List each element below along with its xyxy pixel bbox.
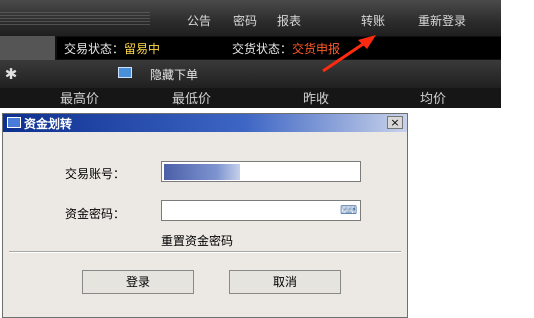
- hide-order-button[interactable]: 隐藏下单: [118, 64, 228, 84]
- annotation-arrow: [322, 35, 376, 73]
- menu-transfer[interactable]: 转账: [361, 12, 385, 29]
- hide-order-label: 隐藏下单: [150, 68, 199, 82]
- status-bar-left-panel: [0, 36, 55, 60]
- login-button[interactable]: 登录: [82, 270, 194, 294]
- divider: [9, 251, 401, 253]
- column-avg[interactable]: 均价: [420, 88, 446, 107]
- delivery-status-label: 交货状态：: [232, 42, 293, 56]
- dialog-title: 资金划转: [24, 117, 73, 131]
- menu-password[interactable]: 密码: [233, 12, 257, 29]
- settings-gear-icon[interactable]: ✱: [2, 65, 20, 83]
- reset-password-link[interactable]: 重置资金密码: [161, 232, 233, 249]
- account-label: 交易账号：: [65, 167, 126, 181]
- password-label: 资金密码：: [65, 207, 126, 221]
- password-field[interactable]: ⌨: [161, 200, 361, 221]
- column-high[interactable]: 最高价: [60, 88, 99, 107]
- fund-transfer-dialog: 资金划转 × 交易账号： 资金密码： ⌨ 重置资金密码 登录 取消: [2, 113, 408, 318]
- dialog-title-bar[interactable]: 资金划转 ×: [3, 114, 407, 132]
- column-prev-close[interactable]: 昨收: [303, 88, 329, 107]
- hide-order-icon: [118, 67, 132, 78]
- account-field[interactable]: [161, 161, 361, 182]
- topbar-decoration: [0, 12, 150, 26]
- trade-status-label: 交易状态：: [64, 42, 125, 56]
- trade-status-value: 留易中: [124, 42, 161, 56]
- column-low[interactable]: 最低价: [172, 88, 211, 107]
- cancel-button[interactable]: 取消: [229, 270, 341, 294]
- menu-announcement[interactable]: 公告: [187, 12, 211, 29]
- menu-report[interactable]: 报表: [277, 12, 301, 29]
- close-button[interactable]: ×: [387, 116, 403, 129]
- account-value-redacted: [164, 164, 240, 180]
- trading-app-window: 公告 密码 报表 转账 重新登录 交易状态： 留易中 交货状态： 交货申报 ✱ …: [0, 0, 501, 108]
- keyboard-icon[interactable]: ⌨: [340, 203, 357, 217]
- window-icon: [7, 117, 21, 128]
- toolbar: ✱ 隐藏下单: [0, 60, 501, 88]
- menu-relogin[interactable]: 重新登录: [418, 12, 466, 29]
